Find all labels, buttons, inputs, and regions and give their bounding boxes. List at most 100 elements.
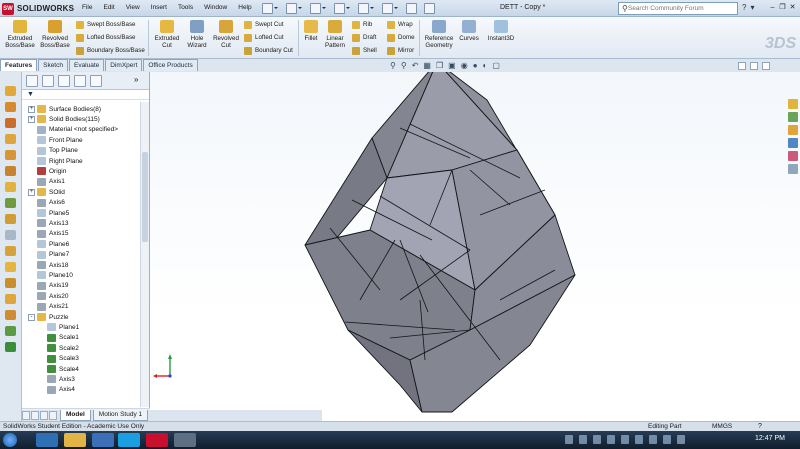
- custom-properties-icon[interactable]: [788, 164, 798, 174]
- offset-icon[interactable]: [5, 214, 16, 224]
- help-icon[interactable]: ?: [758, 423, 762, 430]
- tree-node[interactable]: Top Plane: [28, 146, 78, 156]
- tree-node[interactable]: Right Plane: [28, 156, 83, 166]
- hole-wizard-button[interactable]: Hole Wizard: [184, 20, 210, 49]
- network-icon[interactable]: [663, 435, 671, 444]
- tree-node[interactable]: Axis1: [28, 177, 65, 187]
- configuration-manager-icon[interactable]: [58, 75, 70, 87]
- select-icon[interactable]: [382, 3, 393, 14]
- chevron-down-icon[interactable]: [322, 3, 328, 14]
- tab-sketch[interactable]: Sketch: [38, 59, 68, 71]
- chevron-down-icon[interactable]: [346, 3, 352, 14]
- exit-sketch-icon[interactable]: [5, 342, 16, 352]
- open-icon[interactable]: [286, 3, 297, 14]
- new-document-icon[interactable]: [262, 3, 273, 14]
- tab-features[interactable]: Features: [0, 59, 38, 71]
- zoom-to-area-icon[interactable]: ⚲: [401, 61, 407, 70]
- tree-node[interactable]: - Puzzle: [28, 312, 69, 322]
- tab-office-products[interactable]: Office Products: [143, 59, 198, 71]
- arc-icon[interactable]: [5, 166, 16, 176]
- tree-node[interactable]: Plane1: [38, 322, 79, 332]
- view-orientation-icon[interactable]: ❐: [436, 61, 443, 70]
- tree-node[interactable]: Scale1: [38, 333, 79, 343]
- chevron-down-icon[interactable]: ▾: [750, 3, 754, 12]
- tree-node[interactable]: Front Plane: [28, 135, 83, 145]
- menu-window[interactable]: Window: [204, 4, 227, 11]
- edit-appearance-icon[interactable]: ●: [473, 61, 478, 70]
- polyhedron-model[interactable]: [304, 72, 576, 413]
- pattern-icon[interactable]: [5, 246, 16, 256]
- shell-button[interactable]: Shell: [352, 46, 377, 55]
- boundary-boss-button[interactable]: Boundary Boss/Base: [76, 46, 145, 55]
- filter-icon[interactable]: ▼: [27, 91, 34, 98]
- sketch-icon[interactable]: [5, 86, 16, 96]
- tree-node[interactable]: + SOlid: [28, 187, 65, 197]
- previous-tab-icon[interactable]: [31, 411, 39, 420]
- menu-file[interactable]: File: [82, 4, 92, 11]
- section-view-icon[interactable]: ▦: [423, 61, 431, 70]
- tree-node[interactable]: Axis20: [28, 291, 69, 301]
- circle-icon[interactable]: [5, 150, 16, 160]
- viewport-minimize-icon[interactable]: [738, 62, 746, 70]
- trim-icon[interactable]: [5, 198, 16, 208]
- lofted-cut-button[interactable]: Lofted Cut: [244, 33, 284, 42]
- tray-icon[interactable]: [565, 435, 573, 444]
- tree-node[interactable]: + Surface Bodies(8): [28, 104, 101, 114]
- revolved-boss-button[interactable]: Revolved Boss/Base: [38, 20, 72, 49]
- lofted-boss-button[interactable]: Lofted Boss/Base: [76, 33, 136, 42]
- reference-geometry-button[interactable]: Reference Geometry: [422, 20, 456, 49]
- draft-button[interactable]: Draft: [352, 33, 376, 42]
- chevron-right-icon[interactable]: »: [134, 75, 146, 87]
- skype-icon[interactable]: [118, 433, 140, 447]
- hide-show-items-icon[interactable]: ◉: [461, 61, 468, 70]
- boundary-cut-button[interactable]: Boundary Cut: [244, 46, 293, 55]
- tree-node[interactable]: + Solid Bodies(115): [28, 114, 100, 124]
- app-taskbar-icon[interactable]: [174, 433, 196, 447]
- next-tab-icon[interactable]: [40, 411, 48, 420]
- swept-cut-button[interactable]: Swept Cut: [244, 20, 284, 29]
- tab-dimxpert[interactable]: DimXpert: [105, 59, 143, 71]
- model-view[interactable]: [150, 72, 800, 421]
- search-input[interactable]: [627, 5, 724, 12]
- menu-edit[interactable]: Edit: [103, 4, 114, 11]
- appearances-icon[interactable]: [788, 151, 798, 161]
- file-explorer-icon[interactable]: [64, 433, 86, 447]
- tree-node[interactable]: Plane7: [28, 250, 69, 260]
- restore-icon[interactable]: ❐: [778, 3, 787, 12]
- tray-icon[interactable]: [593, 435, 601, 444]
- tab-model[interactable]: Model: [60, 410, 91, 421]
- relations-icon[interactable]: [5, 262, 16, 272]
- menu-view[interactable]: View: [126, 4, 140, 11]
- save-icon[interactable]: [310, 3, 321, 14]
- tree-node[interactable]: Axis19: [28, 281, 69, 291]
- scrollbar-thumb[interactable]: [142, 152, 148, 242]
- quick-snaps-icon[interactable]: [5, 294, 16, 304]
- tree-node[interactable]: Axis4: [38, 385, 75, 395]
- tree-node[interactable]: Axis21: [28, 302, 69, 312]
- expand-toggle-icon[interactable]: +: [28, 115, 35, 123]
- last-tab-icon[interactable]: [49, 411, 57, 420]
- tree-node[interactable]: Axis18: [28, 260, 69, 270]
- options-icon[interactable]: [424, 3, 435, 14]
- start-button-icon[interactable]: [3, 433, 17, 447]
- tree-node[interactable]: Material <not specified>: [28, 125, 118, 135]
- solidworks-taskbar-icon[interactable]: [146, 433, 168, 447]
- view-settings-icon[interactable]: ▢: [492, 61, 500, 70]
- tree-node[interactable]: Scale3: [38, 354, 79, 364]
- fillet-button[interactable]: Fillet: [301, 20, 321, 42]
- curves-button[interactable]: Curves: [458, 20, 480, 42]
- file-explorer-icon[interactable]: [788, 125, 798, 135]
- zoom-to-fit-icon[interactable]: ⚲: [390, 61, 396, 70]
- previous-view-icon[interactable]: ↶: [412, 61, 419, 70]
- solidworks-logo[interactable]: SW SOLIDWORKS: [2, 2, 74, 15]
- tree-node[interactable]: Plane10: [28, 270, 73, 280]
- minimize-icon[interactable]: –: [768, 3, 777, 12]
- chevron-down-icon[interactable]: [298, 3, 304, 14]
- expand-toggle-icon[interactable]: -: [28, 313, 35, 321]
- instant3d-button[interactable]: Instant3D: [485, 20, 517, 42]
- wrap-button[interactable]: Wrap: [387, 20, 413, 29]
- viewport-restore-icon[interactable]: [750, 62, 758, 70]
- media-player-icon[interactable]: [92, 433, 114, 447]
- tray-icon[interactable]: [635, 435, 643, 444]
- expand-toggle-icon[interactable]: +: [28, 188, 35, 196]
